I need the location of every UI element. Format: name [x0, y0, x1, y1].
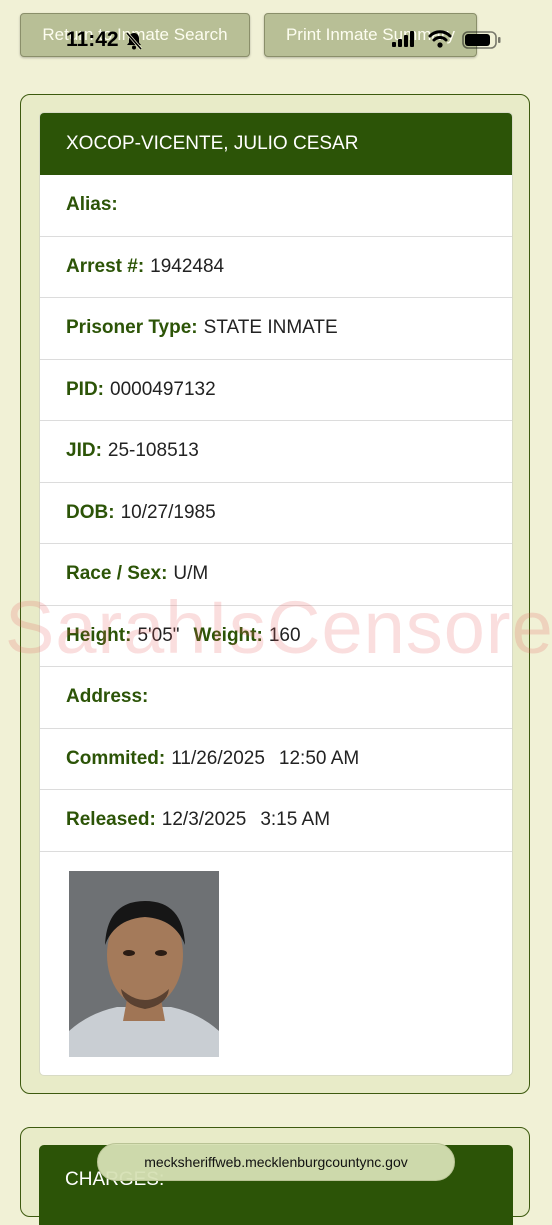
weight-label: Weight: — [193, 624, 263, 646]
arrest-value: 1942484 — [150, 255, 225, 277]
url-text: mecksheriffweb.mecklenburgcountync.gov — [144, 1154, 408, 1170]
alias-label: Alias: — [66, 194, 118, 216]
pid-row: PID: 0000497132 — [40, 360, 512, 421]
released-label: Released: — [66, 809, 156, 831]
race-sex-row: Race / Sex: U/M — [40, 544, 512, 606]
jid-row: JID: 25-108513 — [40, 421, 512, 483]
race-sex-label: Race / Sex: — [66, 563, 168, 585]
race-sex-value: U/M — [173, 563, 209, 585]
return-button-label: Return to Inmate Search — [42, 25, 228, 44]
released-time: 3:15 AM — [260, 809, 331, 831]
height-value: 5'05" — [137, 624, 180, 646]
jid-label: JID: — [66, 440, 102, 462]
address-row: Address: — [40, 667, 512, 729]
browser-url-bar[interactable]: mecksheriffweb.mecklenburgcountync.gov — [97, 1143, 455, 1181]
dob-value: 10/27/1985 — [120, 501, 216, 523]
inmate-photo — [69, 871, 219, 1057]
prisoner-type-value: STATE INMATE — [203, 317, 338, 339]
dob-label: DOB: — [66, 501, 115, 523]
prisoner-type-label: Prisoner Type: — [66, 317, 198, 339]
jid-value: 25-108513 — [107, 440, 199, 462]
committed-label: Commited: — [66, 747, 166, 769]
address-label: Address: — [66, 686, 149, 708]
height-label: Height: — [66, 624, 132, 646]
height-weight-row: Height: 5'05" Weight: 160 — [40, 606, 512, 667]
committed-date: 11/26/2025 — [171, 747, 265, 769]
print-inmate-summary-button[interactable]: Print Inmate Summary — [264, 13, 477, 57]
inmate-name-header: XOCOP-VICENTE, JULIO CESAR — [40, 113, 512, 175]
prisoner-type-row: Prisoner Type: STATE INMATE — [40, 298, 512, 360]
inmate-name: XOCOP-VICENTE, JULIO CESAR — [66, 133, 359, 154]
print-button-label: Print Inmate Summary — [285, 25, 456, 44]
pid-value: 0000497132 — [110, 378, 216, 400]
dob-row: DOB: 10/27/1985 — [40, 483, 512, 544]
arrest-label: Arrest #: — [66, 255, 145, 277]
weight-value: 160 — [268, 624, 301, 646]
arrest-row: Arrest #: 1942484 — [40, 237, 512, 298]
committed-time: 12:50 AM — [278, 747, 360, 769]
released-row: Released: 12/3/2025 3:15 AM — [40, 790, 512, 852]
alias-row: Alias: — [40, 175, 512, 237]
committed-row: Commited: 11/26/2025 12:50 AM — [40, 729, 512, 790]
return-to-inmate-search-button[interactable]: Return to Inmate Search — [20, 13, 250, 57]
released-date: 12/3/2025 — [161, 809, 247, 831]
inmate-details-card: XOCOP-VICENTE, JULIO CESAR Alias: Arrest… — [39, 112, 513, 1076]
pid-label: PID: — [66, 378, 104, 400]
inmate-panel: XOCOP-VICENTE, JULIO CESAR Alias: Arrest… — [20, 94, 530, 1094]
